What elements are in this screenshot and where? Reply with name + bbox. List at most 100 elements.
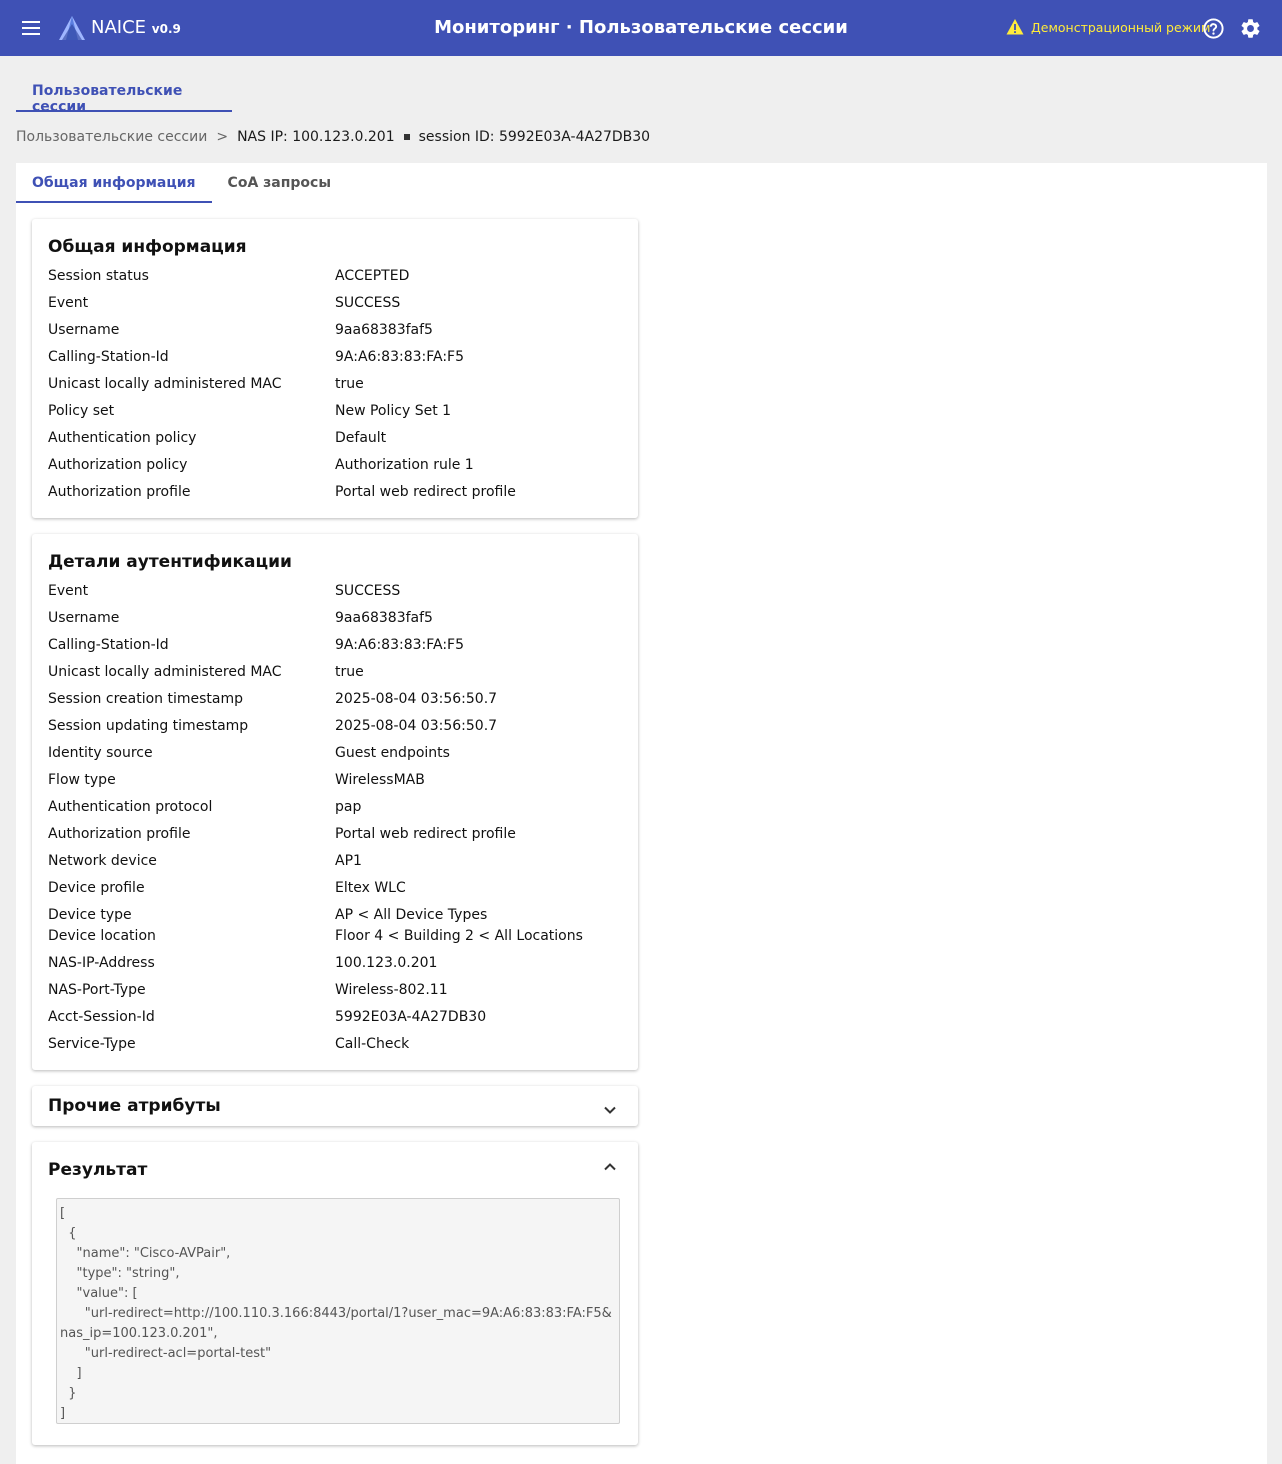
info-row-key: Authentication protocol — [48, 799, 213, 815]
result-json-code: [ { "name": "Cisco-AVPair", "type": "str… — [56, 1198, 620, 1424]
tab-user-sessions[interactable]: Пользовательские сессии — [16, 72, 232, 115]
info-row-key: Acct-Session-Id — [48, 1009, 155, 1025]
info-row-value: true — [335, 664, 364, 680]
result-title: Результат — [48, 1160, 148, 1180]
info-row-key: Device location — [48, 928, 156, 944]
info-row-key: Flow type — [48, 772, 116, 788]
info-row-key: Authorization profile — [48, 484, 191, 500]
info-row-value: 9aa68383faf5 — [335, 322, 433, 338]
info-row-key: Device type — [48, 907, 132, 923]
tab-general-info[interactable]: Общая информация — [16, 163, 212, 203]
chevron-up-icon[interactable] — [602, 1159, 618, 1175]
breadcrumb-root-link[interactable]: Пользовательские сессии — [16, 129, 207, 145]
info-row: Username 9aa68383faf5 — [48, 610, 622, 631]
info-row-value: ACCEPTED — [335, 268, 410, 284]
help-icon[interactable] — [1202, 17, 1225, 40]
info-row: Authentication protocol pap — [48, 799, 622, 820]
info-row: Session updating timestamp 2025-08-04 03:… — [48, 718, 622, 739]
info-row: NAS-IP-Address 100.123.0.201 — [48, 955, 622, 976]
info-row: Network device AP1 — [48, 853, 622, 874]
info-row-value: Guest endpoints — [335, 745, 450, 761]
info-row-value: Wireless-802.11 — [335, 982, 448, 998]
menu-icon[interactable] — [20, 17, 44, 39]
info-row-key: Session status — [48, 268, 149, 284]
info-row-value: 9A:A6:83:83:FA:F5 — [335, 637, 464, 653]
info-row-key: Unicast locally administered MAC — [48, 664, 282, 680]
tab-coa-requests[interactable]: CoA запросы — [212, 163, 347, 203]
info-row-key: Event — [48, 583, 89, 599]
breadcrumb-separator: > — [216, 129, 229, 145]
info-row-key: Calling-Station-Id — [48, 349, 169, 365]
info-row-key: NAS-IP-Address — [48, 955, 155, 971]
brand-name: NAICE v0.9 — [91, 17, 181, 38]
info-row-key: Identity source — [48, 745, 153, 761]
demo-mode-label: Демонстрационный режим — [1031, 19, 1211, 35]
info-row-value: 2025-08-04 03:56:50.7 — [335, 691, 498, 707]
info-row-key: Username — [48, 610, 120, 626]
top-app-bar: NAICE v0.9 Мониторинг · Пользовательские… — [0, 0, 1282, 56]
info-row: Session creation timestamp 2025-08-04 03:… — [48, 691, 622, 712]
info-row-value: Portal web redirect profile — [335, 826, 516, 842]
info-row: NAS-Port-Type Wireless-802.11 — [48, 982, 622, 1003]
info-row: Identity source Guest endpoints — [48, 745, 622, 766]
content-panel: Общая информация CoA запросы Общая инфор… — [16, 163, 1267, 1464]
info-row: Authorization profile Portal web redirect… — [48, 826, 622, 847]
info-row-value: AP < All Device Types — [335, 907, 488, 923]
info-row: Unicast locally administered MAC true — [48, 376, 622, 397]
info-row-value: AP1 — [335, 853, 362, 869]
breadcrumb: Пользовательские сессии > NAS IP: 100.12… — [16, 129, 650, 145]
chevron-down-icon[interactable] — [602, 1102, 618, 1118]
info-row: Service-Type Call-Check — [48, 1036, 622, 1057]
demo-mode-badge: Демонстрационный режим — [1006, 18, 1211, 36]
info-row-key: NAS-Port-Type — [48, 982, 146, 998]
info-row-value: 2025-08-04 03:56:50.7 — [335, 718, 498, 734]
info-row-key: Authorization policy — [48, 457, 188, 473]
info-row: Authorization profile Portal web redirect… — [48, 484, 622, 505]
info-row-key: Session updating timestamp — [48, 718, 249, 734]
info-row-value: Eltex WLC — [335, 880, 406, 896]
info-row-value: pap — [335, 799, 362, 815]
info-row: Device location Floor 4 < Building 2 < Al… — [48, 928, 622, 949]
info-row-value: SUCCESS — [335, 295, 401, 311]
info-row: Session status ACCEPTED — [48, 268, 622, 289]
info-row-value: 100.123.0.201 — [335, 955, 438, 971]
info-row: Calling-Station-Id 9A:A6:83:83:FA:F5 — [48, 637, 622, 658]
info-row-key: Network device — [48, 853, 157, 869]
info-row: Acct-Session-Id 5992E03A-4A27DB30 — [48, 1009, 622, 1030]
info-row: Authorization policy Authorization rule 1 — [48, 457, 622, 478]
other-attributes-panel[interactable]: Прочие атрибуты — [32, 1086, 638, 1126]
info-row-key: Authorization profile — [48, 826, 191, 842]
info-row: Authentication policy Default — [48, 430, 622, 451]
info-row-key: Username — [48, 322, 120, 338]
info-row-value: WirelessMAB — [335, 772, 425, 788]
info-row-value: true — [335, 376, 364, 392]
info-row-value: 9aa68383faf5 — [335, 610, 433, 626]
general-info-title: Общая информация — [48, 237, 247, 257]
result-panel: Результат [ { "name": "Cisco-AVPair", "t… — [32, 1142, 638, 1445]
info-row-value: New Policy Set 1 — [335, 403, 452, 419]
info-row-value: 5992E03A-4A27DB30 — [335, 1009, 487, 1025]
info-row-value: Portal web redirect profile — [335, 484, 516, 500]
gear-icon[interactable] — [1239, 17, 1262, 40]
info-row-key: Authentication policy — [48, 430, 197, 446]
info-row-value: SUCCESS — [335, 583, 401, 599]
general-info-card: Общая информация Session status ACCEPTED E… — [32, 219, 638, 518]
info-row: Event SUCCESS — [48, 583, 622, 604]
info-row-key: Unicast locally administered MAC — [48, 376, 282, 392]
info-row-value: Call-Check — [335, 1036, 410, 1052]
info-row: Device type AP < All Device Types — [48, 907, 622, 928]
info-row: Device profile Eltex WLC — [48, 880, 622, 901]
breadcrumb-nas-ip: NAS IP: 100.123.0.201 — [237, 129, 395, 145]
auth-details-title: Детали аутентификации — [48, 552, 292, 572]
breadcrumb-session-id: session ID: 5992E03A-4A27DB30 — [418, 129, 651, 145]
info-row-key: Session creation timestamp — [48, 691, 243, 707]
info-row-key: Device profile — [48, 880, 145, 896]
version-label: v0.9 — [151, 22, 181, 36]
info-row-key: Policy set — [48, 403, 115, 419]
warning-icon — [1006, 19, 1024, 35]
info-row: Username 9aa68383faf5 — [48, 322, 622, 343]
info-row-value: Floor 4 < Building 2 < All Locations — [335, 928, 583, 944]
other-attributes-title: Прочие атрибуты — [48, 1096, 221, 1116]
info-row-key: Service-Type — [48, 1036, 136, 1052]
info-row-value: 9A:A6:83:83:FA:F5 — [335, 349, 464, 365]
